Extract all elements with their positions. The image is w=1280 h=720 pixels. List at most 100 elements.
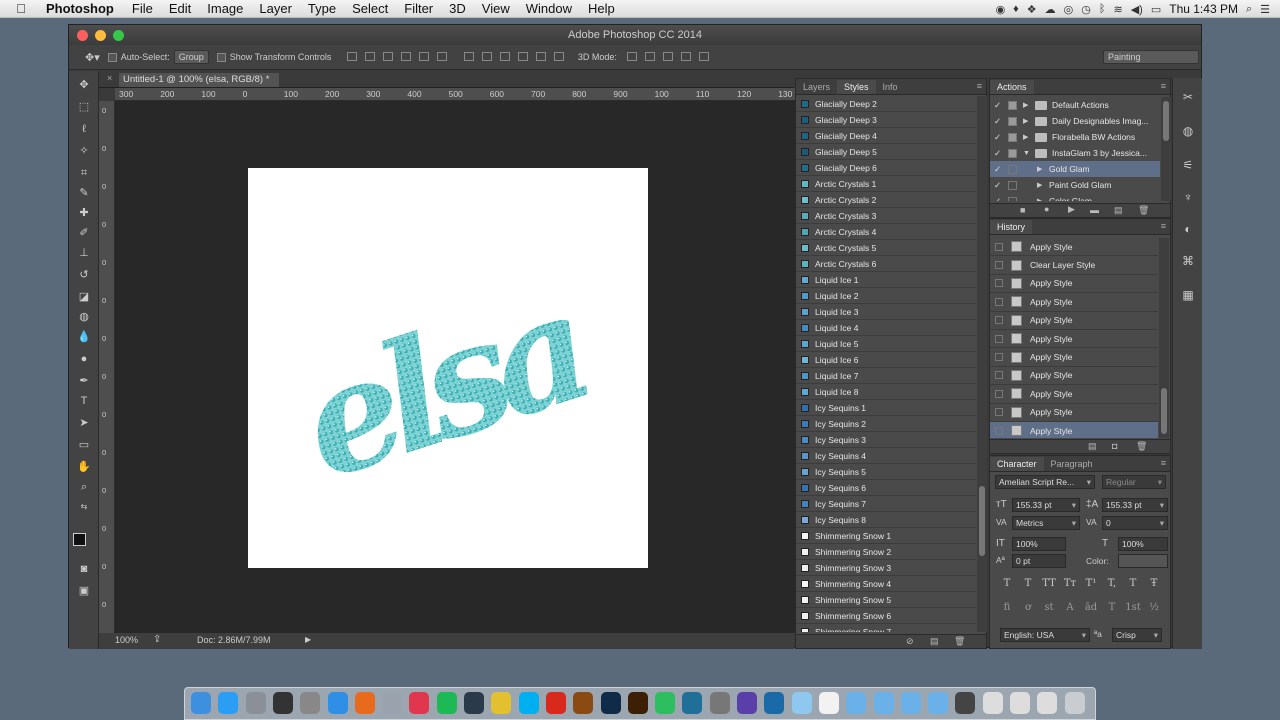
snapshot-icon[interactable]: ◘ xyxy=(1112,441,1117,451)
bridge-helper-icon[interactable] xyxy=(464,692,484,714)
panel-menu-icon[interactable]: ≡ xyxy=(1161,81,1166,91)
menu-item-type[interactable]: Type xyxy=(300,1,344,16)
style-item[interactable]: Liquid Ice 7 xyxy=(796,368,976,384)
zoom-icon[interactable] xyxy=(113,30,124,41)
action-item[interactable]: ✓ ▶ Daily Designables Imag... xyxy=(990,113,1160,129)
pen-tool-icon[interactable]: ✒ xyxy=(75,373,93,389)
dodge-tool-icon[interactable]: ● xyxy=(75,351,93,367)
panel-menu-icon[interactable]: ≡ xyxy=(1161,458,1166,468)
bridge-icon[interactable] xyxy=(573,692,594,714)
record-action-icon[interactable]: ● xyxy=(1044,204,1049,214)
type-style-button[interactable]: TT xyxy=(1040,578,1058,589)
grid-icon[interactable]: ▦ xyxy=(1181,288,1195,302)
imovie-icon[interactable] xyxy=(737,692,757,714)
firefox-icon[interactable] xyxy=(354,692,375,714)
crop-tool-icon[interactable]: ⌗ xyxy=(75,165,93,181)
documents-folder-icon[interactable] xyxy=(873,692,894,714)
clock[interactable]: Thu 1:43 PM xyxy=(1169,2,1238,16)
style-item[interactable]: Icy Sequins 7 xyxy=(796,496,976,512)
magic-wand-tool-icon[interactable]: ✧ xyxy=(75,143,93,159)
tab-layers[interactable]: Layers xyxy=(796,80,837,94)
spotify-icon[interactable] xyxy=(436,692,457,714)
transform-controls-checkbox[interactable] xyxy=(216,52,226,62)
panel-menu-icon[interactable]: ≡ xyxy=(1161,221,1166,231)
window-2-icon[interactable] xyxy=(1010,692,1030,714)
brush-presets-icon[interactable]: ◍ xyxy=(1181,124,1195,138)
style-item[interactable]: Arctic Crystals 5 xyxy=(796,240,976,256)
paint-bucket-tool-icon[interactable]: ◍ xyxy=(75,309,93,325)
type-style-button[interactable]: T, xyxy=(1103,578,1121,589)
menu-item-select[interactable]: Select xyxy=(344,1,396,16)
menu-item-help[interactable]: Help xyxy=(580,1,623,16)
status-menu-icon[interactable]: ▶ xyxy=(305,635,311,644)
action-item[interactable]: ✓ ▶ Paint Gold Glam xyxy=(990,177,1160,193)
wifi-icon[interactable]: ≋ xyxy=(1114,3,1123,16)
actions-scroll-thumb[interactable] xyxy=(1163,101,1169,141)
align-hcenter-icon[interactable] xyxy=(419,51,430,61)
action-item[interactable]: ✓ ▶ Florabella BW Actions xyxy=(990,129,1160,145)
screen-mode-icon[interactable]: ▣ xyxy=(75,583,93,599)
close-icon[interactable] xyxy=(77,30,88,41)
action-item[interactable]: ✓ ▼ InstaGlam 3 by Jessica... xyxy=(990,145,1160,161)
3d-rotate-icon[interactable] xyxy=(626,51,637,61)
system-preferences-icon[interactable] xyxy=(300,692,321,714)
delete-action-icon[interactable]: 🗑 xyxy=(1138,205,1149,216)
align-icons[interactable] xyxy=(343,51,568,63)
style-item[interactable]: Glacially Deep 6 xyxy=(796,160,976,176)
menu-item-layer[interactable]: Layer xyxy=(251,1,300,16)
distribute-left-icon[interactable] xyxy=(517,51,528,61)
history-scrollbar[interactable] xyxy=(1159,238,1169,438)
skype-icon[interactable] xyxy=(518,692,539,714)
style-item[interactable]: Icy Sequins 5 xyxy=(796,464,976,480)
paths-icon[interactable]: ⌘ xyxy=(1181,254,1195,268)
move-tool-icon[interactable]: ✥ xyxy=(75,77,93,93)
action-item[interactable]: ✓ ▶ Gold Glam xyxy=(990,161,1160,177)
safari-icon[interactable] xyxy=(327,692,348,714)
3d-drag-icon[interactable] xyxy=(662,51,673,61)
new-action-icon[interactable]: ▤ xyxy=(1114,205,1123,216)
share-icon[interactable]: ⇪ xyxy=(153,634,161,645)
history-state[interactable]: Apply Style xyxy=(990,385,1158,404)
history-source-checkbox[interactable] xyxy=(995,242,1003,251)
eyedropper-tool-icon[interactable]: ✎ xyxy=(75,185,93,201)
distribute-vcenter-icon[interactable] xyxy=(481,51,492,61)
type-style-button[interactable]: T xyxy=(1019,578,1037,589)
navigator-icon[interactable]: ◐ xyxy=(1181,222,1195,236)
menu-item-filter[interactable]: Filter xyxy=(396,1,441,16)
style-item[interactable]: Icy Sequins 4 xyxy=(796,448,976,464)
acrobat-icon[interactable] xyxy=(545,692,566,714)
3d-slide-icon[interactable] xyxy=(680,51,691,61)
font-family-select[interactable]: Amelian Script Re... ▾ xyxy=(995,475,1095,489)
window-3-icon[interactable] xyxy=(1037,692,1058,714)
type-style-button[interactable]: T xyxy=(998,578,1016,589)
history-scroll-thumb[interactable] xyxy=(1161,388,1167,434)
marquee-tool-icon[interactable]: ⬚ xyxy=(75,99,93,115)
ps-web-icon[interactable] xyxy=(682,692,703,714)
delete-state-icon[interactable]: 🗑 xyxy=(1136,441,1147,452)
finder-icon[interactable] xyxy=(191,692,211,714)
font-size-field[interactable]: 155.33 pt ▾ xyxy=(1012,498,1080,512)
style-item[interactable]: Icy Sequins 3 xyxy=(796,432,976,448)
history-source-checkbox[interactable] xyxy=(995,408,1003,417)
distribute-hcenter-icon[interactable] xyxy=(535,51,546,61)
hand-tool-icon[interactable]: ✋ xyxy=(75,459,93,475)
distribute-top-icon[interactable] xyxy=(463,51,474,61)
opentype-button[interactable]: A xyxy=(1061,602,1079,613)
photoshop-icon[interactable] xyxy=(600,692,621,714)
zoom-level[interactable]: 100% xyxy=(115,635,138,645)
clear-style-icon[interactable]: ⊘ xyxy=(906,636,914,647)
tab-character[interactable]: Character xyxy=(990,457,1044,471)
rectangle-tool-icon[interactable]: ▭ xyxy=(75,437,93,453)
tab-actions[interactable]: Actions xyxy=(990,80,1034,94)
opentype-button[interactable]: ād xyxy=(1082,602,1100,613)
baseline-shift-field[interactable]: 0 pt xyxy=(1012,554,1066,568)
3d-roll-icon[interactable] xyxy=(644,51,655,61)
history-state[interactable]: Apply Style xyxy=(990,312,1158,330)
vertical-scale-field[interactable]: 100% xyxy=(1012,537,1066,551)
panel-menu-icon[interactable]: ≡ xyxy=(977,81,982,91)
style-item[interactable]: Arctic Crystals 2 xyxy=(796,192,976,208)
delete-style-icon[interactable]: 🗑 xyxy=(954,636,965,647)
disclosure-arrow-icon[interactable]: ▶ xyxy=(1037,165,1049,173)
action-dialog-toggle[interactable] xyxy=(1008,132,1017,142)
history-state[interactable]: Apply Style xyxy=(990,348,1158,367)
